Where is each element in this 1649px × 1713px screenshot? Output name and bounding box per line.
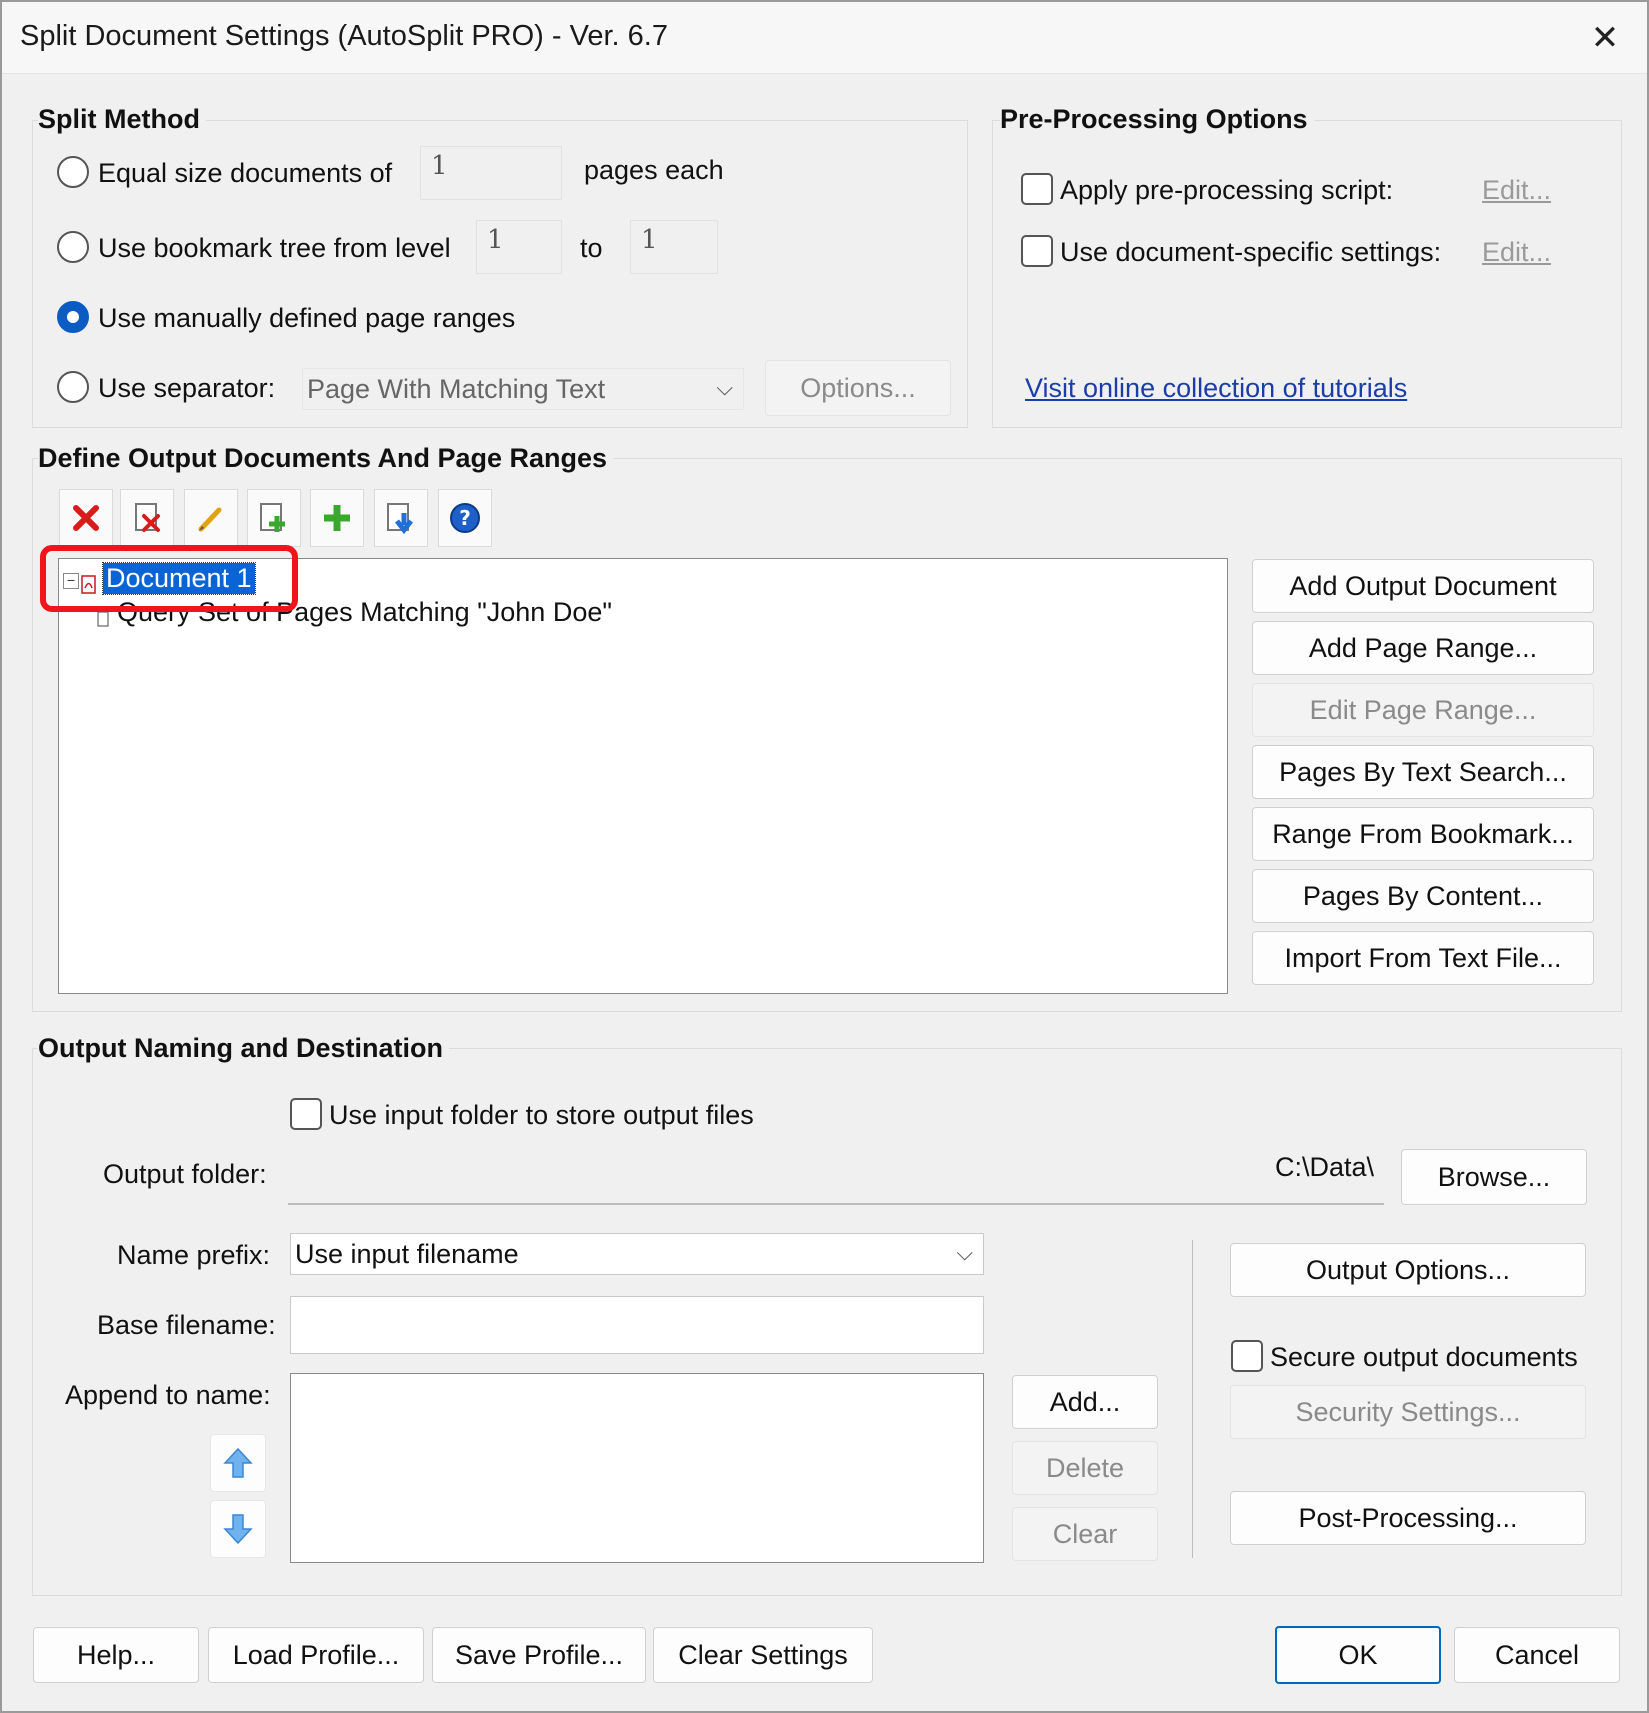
cancel-button[interactable]: Cancel <box>1454 1627 1620 1683</box>
bookmark-level-label[interactable]: Use bookmark tree from level <box>98 233 451 264</box>
pages-by-text-search-button[interactable]: Pages By Text Search... <box>1252 745 1594 799</box>
separator-radio[interactable] <box>57 371 89 403</box>
chevron-down-icon: ⌵ <box>716 375 733 400</box>
svg-text:?: ? <box>459 506 471 530</box>
output-folder-label: Output folder: <box>103 1159 267 1189</box>
preprocessing-script-label[interactable]: Apply pre-processing script: <box>1060 175 1393 206</box>
equal-size-radio[interactable] <box>57 156 89 188</box>
delete-document-icon[interactable] <box>120 489 174 547</box>
load-profile-button[interactable]: Load Profile... <box>208 1627 424 1683</box>
base-filename-input[interactable] <box>290 1296 984 1354</box>
manual-ranges-label[interactable]: Use manually defined page ranges <box>98 303 515 334</box>
separator-label[interactable]: Use separator: <box>98 373 275 404</box>
define-output-title: Define Output Documents And Page Ranges <box>38 443 614 474</box>
append-clear-button[interactable]: Clear <box>1012 1507 1158 1561</box>
security-settings-button[interactable]: Security Settings... <box>1230 1385 1586 1439</box>
bookmark-from-input[interactable]: 1 <box>476 220 562 274</box>
name-prefix-select[interactable]: Use input filename ⌵ <box>290 1233 984 1275</box>
close-icon[interactable]: ✕ <box>1581 16 1629 60</box>
pencil-icon[interactable] <box>184 489 238 547</box>
use-input-folder-checkbox[interactable] <box>290 1098 322 1130</box>
separator-select-value: Page With Matching Text <box>307 374 606 404</box>
split-document-settings-dialog: Split Document Settings (AutoSplit PRO) … <box>0 0 1649 1713</box>
pages-each-label: pages each <box>584 155 724 185</box>
post-processing-button[interactable]: Post-Processing... <box>1230 1491 1586 1545</box>
add-page-icon[interactable] <box>247 489 301 547</box>
append-to-name-list[interactable] <box>290 1373 984 1563</box>
delete-icon[interactable] <box>59 489 113 547</box>
doc-specific-edit-link[interactable]: Edit... <box>1482 237 1551 268</box>
output-options-button[interactable]: Output Options... <box>1230 1243 1586 1297</box>
help-button[interactable]: Help... <box>33 1627 199 1683</box>
ok-button[interactable]: OK <box>1275 1626 1441 1684</box>
move-down-icon[interactable] <box>210 1500 266 1558</box>
edit-page-range-button[interactable]: Edit Page Range... <box>1252 683 1594 737</box>
append-to-name-label: Append to name: <box>65 1380 271 1410</box>
output-naming-title: Output Naming and Destination <box>38 1033 449 1064</box>
output-folder-field[interactable]: C:\Data\ <box>288 1149 1384 1205</box>
split-method-title: Split Method <box>38 104 206 135</box>
separator-options-button[interactable]: Options... <box>765 360 951 416</box>
pages-by-content-button[interactable]: Pages By Content... <box>1252 869 1594 923</box>
vertical-divider <box>1192 1240 1193 1558</box>
save-profile-button[interactable]: Save Profile... <box>432 1627 646 1683</box>
clear-settings-button[interactable]: Clear Settings <box>653 1627 873 1683</box>
window-title: Split Document Settings (AutoSplit PRO) … <box>20 20 668 52</box>
tutorials-link[interactable]: Visit online collection of tutorials <box>1025 373 1407 404</box>
bookmark-to-input[interactable]: 1 <box>630 220 718 274</box>
secure-output-label[interactable]: Secure output documents <box>1270 1342 1578 1373</box>
doc-specific-label[interactable]: Use document-specific settings: <box>1060 237 1441 268</box>
pages-each-input[interactable]: 1 <box>420 146 562 200</box>
bookmark-to-label: to <box>580 233 603 263</box>
name-prefix-label: Name prefix: <box>117 1240 271 1270</box>
add-icon[interactable] <box>310 489 364 547</box>
annotation-highlight <box>40 545 298 612</box>
preprocessing-title: Pre-Processing Options <box>1000 104 1314 135</box>
import-icon[interactable] <box>374 489 428 547</box>
base-filename-label: Base filename: <box>97 1310 276 1340</box>
append-delete-button[interactable]: Delete <box>1012 1441 1158 1495</box>
output-documents-tree[interactable]: − Document 1 Query Set of Pages Matching… <box>58 558 1228 994</box>
use-input-folder-label[interactable]: Use input folder to store output files <box>329 1100 754 1131</box>
output-folder-value: C:\Data\ <box>1274 1152 1374 1182</box>
move-up-icon[interactable] <box>210 1434 266 1492</box>
add-output-document-button[interactable]: Add Output Document <box>1252 559 1594 613</box>
chevron-down-icon: ⌵ <box>956 1240 973 1265</box>
doc-specific-checkbox[interactable] <box>1021 235 1053 267</box>
separator-select[interactable]: Page With Matching Text ⌵ <box>302 368 744 410</box>
browse-button[interactable]: Browse... <box>1401 1149 1587 1205</box>
title-bar: Split Document Settings (AutoSplit PRO) … <box>2 2 1647 74</box>
preprocessing-script-checkbox[interactable] <box>1021 173 1053 205</box>
manual-ranges-radio[interactable] <box>57 301 89 333</box>
import-from-text-file-button[interactable]: Import From Text File... <box>1252 931 1594 985</box>
range-from-bookmark-button[interactable]: Range From Bookmark... <box>1252 807 1594 861</box>
help-icon[interactable]: ? <box>438 489 492 547</box>
add-page-range-button[interactable]: Add Page Range... <box>1252 621 1594 675</box>
append-add-button[interactable]: Add... <box>1012 1375 1158 1429</box>
name-prefix-value: Use input filename <box>295 1239 519 1269</box>
equal-size-label[interactable]: Equal size documents of <box>98 158 392 189</box>
secure-output-checkbox[interactable] <box>1231 1340 1263 1372</box>
bookmark-level-radio[interactable] <box>57 231 89 263</box>
preprocessing-script-edit-link[interactable]: Edit... <box>1482 175 1551 206</box>
